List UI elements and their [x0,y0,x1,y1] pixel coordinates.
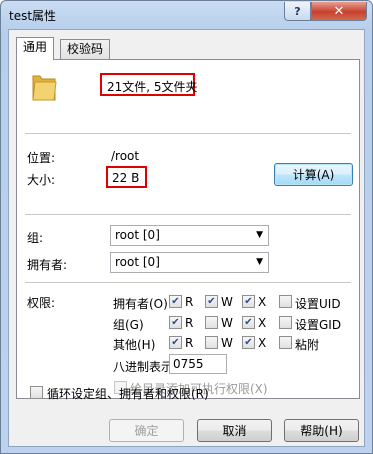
octal-input[interactable]: 0755 [169,354,227,374]
question-icon: ? [294,4,301,18]
octal-label: 八进制表示 [113,360,169,374]
setuid-checkbox[interactable] [279,295,292,308]
octal-input-value: 0755 [173,357,204,371]
perm-row-group-label: 组(G) [113,318,144,332]
x-label: X [258,295,267,309]
chevron-down-icon: ▼ [256,230,263,240]
group-select[interactable]: root [0] ▼ [110,225,269,246]
recursive-label: 循环设定组、拥有者和权限(R) [47,387,209,401]
group-x-checkbox[interactable]: ✔ [242,316,255,329]
group-select-value: root [0] [115,228,160,242]
owner-x-checkbox[interactable]: ✔ [242,295,255,308]
window-title: test属性 [9,9,57,23]
calculate-button[interactable]: 计算(A) [274,163,353,186]
other-w-checkbox[interactable] [205,336,218,349]
tab-checksum-label: 校验码 [67,42,104,56]
cancel-button[interactable]: 取消 [197,419,272,442]
owner-select[interactable]: root [0] ▼ [110,252,269,273]
properties-dialog: test属性 ? ✕ 通用 校验码 21文件, 5文件夹 位置: /root 大… [0,0,373,454]
x-label: X [258,316,267,330]
divider [25,282,351,283]
content-summary: 21文件, 5文件夹 [107,80,198,94]
help-button-label: 帮助(H) [300,424,343,438]
close-button[interactable]: ✕ [311,2,367,21]
setgid-checkbox[interactable] [279,316,292,329]
help-title-button[interactable]: ? [284,2,311,21]
ok-button-label: 确定 [134,424,159,438]
owner-select-value: root [0] [115,255,160,269]
recursive-checkbox[interactable] [30,386,43,399]
setgid-label: 设置GID [295,318,342,332]
general-panel: 21文件, 5文件夹 位置: /root 大小: 22 B 计算(A) 组: r… [16,59,360,399]
divider [25,133,351,134]
owner-r-checkbox[interactable]: ✔ [169,295,182,308]
group-r-checkbox[interactable]: ✔ [169,316,182,329]
tab-checksum[interactable]: 校验码 [60,39,111,59]
dialog-client: 通用 校验码 21文件, 5文件夹 位置: /root 大小: 22 B 计算(… [8,29,365,447]
help-button[interactable]: 帮助(H) [284,419,359,442]
w-label: W [221,316,233,330]
r-label: R [185,316,194,330]
r-label: R [185,295,194,309]
ok-button[interactable]: 确定 [109,419,184,442]
size-value: 22 B [112,171,140,185]
location-label: 位置: [27,151,56,165]
tab-general-label: 通用 [23,40,48,54]
setuid-label: 设置UID [295,297,341,311]
group-w-checkbox[interactable] [205,316,218,329]
calculate-button-label: 计算(A) [292,168,335,182]
owner-w-checkbox[interactable]: ✔ [205,295,218,308]
size-label: 大小: [27,173,56,187]
r-label: R [185,336,194,350]
sticky-label: 粘附 [295,338,320,352]
folder-icon [32,75,57,101]
chevron-down-icon: ▼ [256,257,263,267]
tab-general[interactable]: 通用 [16,37,55,60]
perm-row-other-label: 其他(H) [113,338,156,352]
sticky-checkbox[interactable] [279,336,292,349]
location-value: /root [111,149,140,163]
permissions-label: 权限: [27,296,56,310]
owner-label: 拥有者: [27,258,68,272]
x-label: X [258,336,267,350]
other-x-checkbox[interactable]: ✔ [242,336,255,349]
divider [25,214,351,215]
title-bar[interactable]: test属性 ? ✕ [1,1,372,28]
cancel-button-label: 取消 [222,424,247,438]
close-icon: ✕ [333,3,345,19]
w-label: W [221,295,233,309]
perm-row-owner-label: 拥有者(O) [113,297,168,311]
w-label: W [221,336,233,350]
other-r-checkbox[interactable]: ✔ [169,336,182,349]
group-label: 组: [27,231,44,245]
